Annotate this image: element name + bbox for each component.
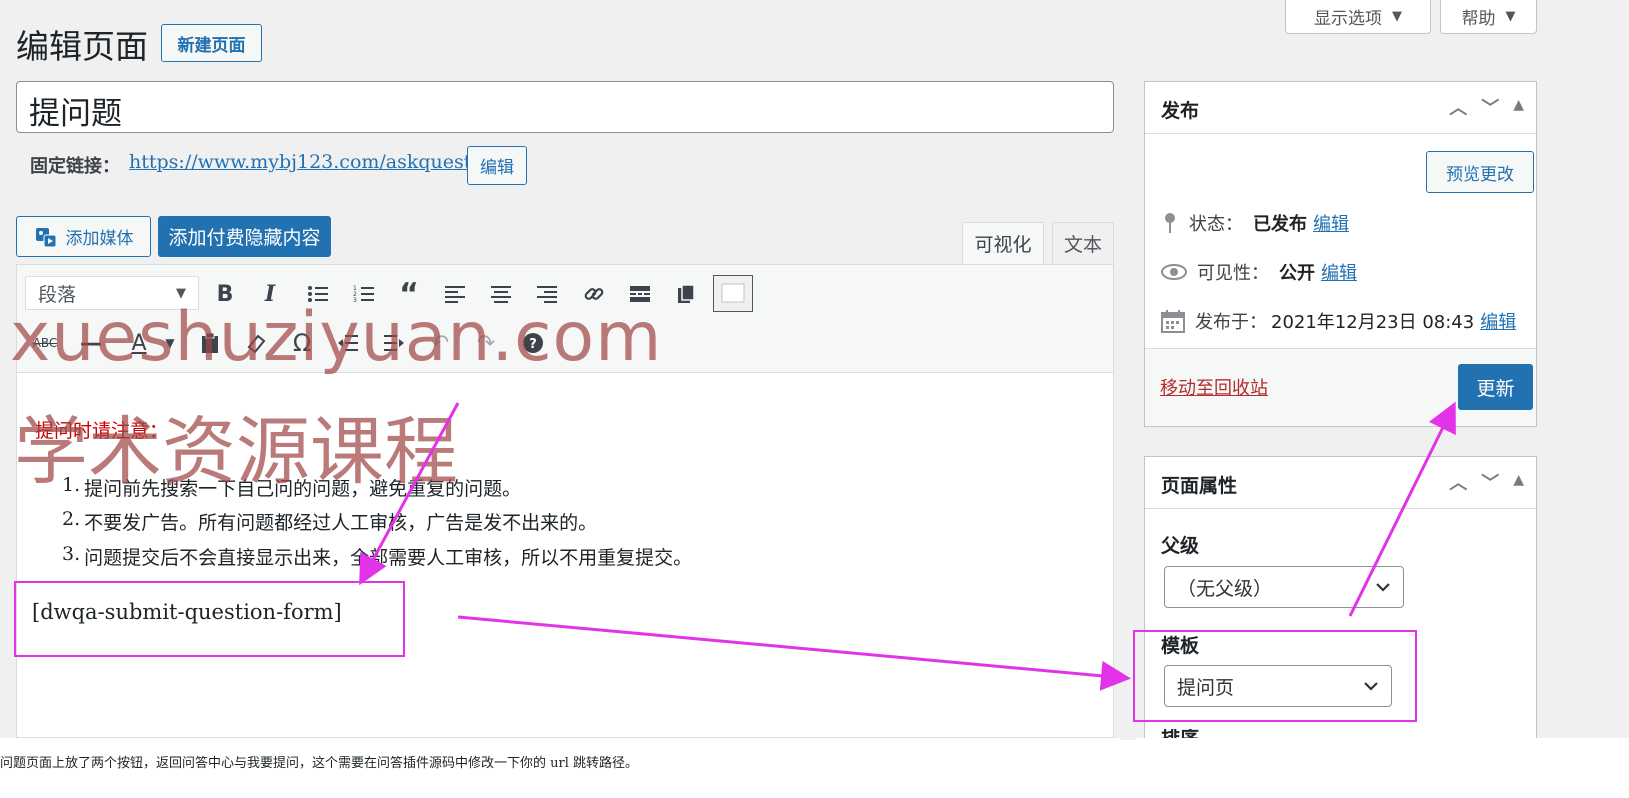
arrow-to-update	[1348, 401, 1456, 617]
annotation-arrows	[359, 401, 1456, 691]
arrow-to-shortcode	[359, 402, 460, 586]
arrow-to-template	[457, 615, 1131, 691]
